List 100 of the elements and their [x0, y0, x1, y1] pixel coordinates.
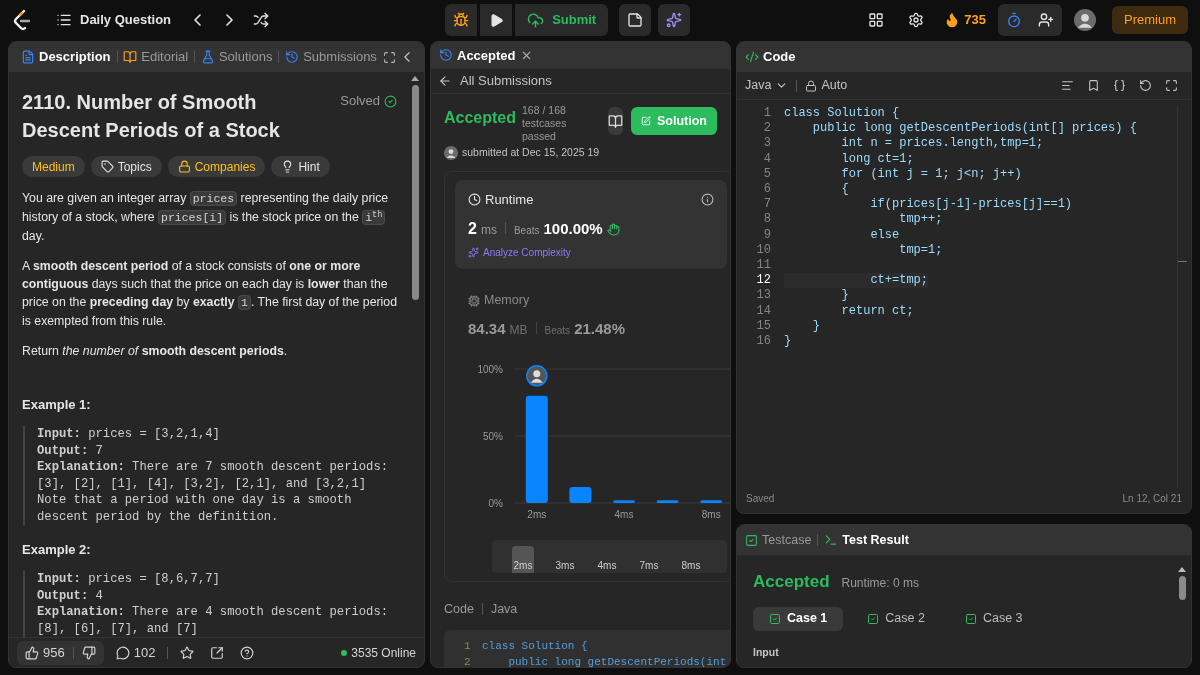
code-line: class Solution {	[482, 639, 588, 655]
language-dropdown[interactable]: Java	[745, 76, 789, 95]
checkbox-icon	[769, 612, 781, 625]
problem-list-button[interactable]: Daily Question	[56, 10, 172, 30]
maximize-icon	[383, 50, 397, 64]
code-line: else	[869, 227, 900, 243]
terminal-icon	[824, 533, 839, 547]
editorial-button[interactable]	[608, 107, 623, 136]
analyze-link[interactable]: Analyze Complexity	[468, 245, 571, 261]
panel-tab[interactable]: Code	[745, 47, 796, 67]
code-line: public long getDescentPeriods(int	[507, 655, 727, 667]
timer-icon	[1006, 12, 1022, 28]
panel-tab[interactable]: Editorial	[119, 47, 193, 67]
play-icon	[488, 12, 504, 28]
book-icon	[608, 113, 623, 129]
beats-label: Beats	[513, 224, 540, 239]
example-block: Input: prices = [3,2,1,4] Output: 7 Explanation: There are 7 smooth descent periods: [3], [2], [1], [4], [3,2], [2,1], and [3,2,1] Note that a period with one day is a smooth descent period by the definition.	[23, 426, 397, 525]
braces-icon	[1112, 79, 1126, 92]
streak-counter[interactable]: 735	[944, 10, 986, 30]
tag-chip[interactable]: Hint	[271, 156, 330, 177]
memory-beats: 21.48%	[574, 319, 625, 340]
beats-label: Beats	[544, 324, 571, 339]
axis-label: 0%	[488, 497, 503, 509]
line-number: 13	[755, 288, 771, 304]
panel-tab[interactable]: Submissions	[281, 47, 381, 67]
chevron-left-icon	[193, 14, 201, 26]
maximize-icon	[1164, 79, 1178, 92]
line-number: 1	[464, 639, 472, 655]
comments-button[interactable]: 102	[115, 642, 156, 663]
logo[interactable]	[12, 9, 32, 31]
line-number: 5	[762, 166, 771, 182]
code-line: }	[811, 318, 820, 335]
range-selector[interactable]: 2ms 3ms 4ms 7ms 8ms	[492, 539, 727, 573]
settings-icon	[908, 12, 925, 28]
runtime-label: Runtime	[468, 189, 534, 210]
book-icon	[123, 50, 138, 64]
clap-icon	[606, 222, 620, 236]
line-number: 2	[762, 121, 771, 137]
memory-unit: MB	[509, 322, 528, 340]
range-label[interactable]: 4ms	[596, 557, 618, 573]
axis-label: 50%	[483, 430, 503, 442]
premium-button[interactable]: Premium	[1112, 6, 1188, 34]
back-link[interactable]: All Submissions	[431, 68, 730, 95]
description-paragraph: A smooth descent period of a stock consists of one or more contiguous days such that the price on each day is lower than the price on the preceding day by exactly 1 . The first day of the period is exempted from this rule.	[22, 258, 397, 330]
tag-chip[interactable]: Companies	[167, 156, 266, 177]
save-status: Saved	[746, 491, 775, 506]
mode-toggle[interactable]: Auto	[805, 76, 848, 95]
case-tab[interactable]: Case 2	[851, 606, 941, 631]
line-number: 16	[755, 334, 771, 350]
panel-tab[interactable]: Test Result	[824, 530, 909, 550]
case-tab[interactable]: Case 1	[753, 606, 844, 631]
add-user-icon	[1038, 12, 1054, 28]
align-left-icon	[1060, 79, 1074, 92]
tag-chip[interactable]: Topics	[90, 156, 162, 177]
bar	[700, 499, 723, 503]
submit-button[interactable]: Submit	[515, 4, 609, 36]
panel-tab[interactable]: Solutions	[196, 47, 277, 67]
code-line: public long getDescentPeriods(int[] prices) {	[811, 121, 1137, 137]
code-line: tmp=1;	[898, 242, 943, 259]
sparkle-icon	[468, 247, 479, 259]
cursor-position: Ln 12, Col 21	[1122, 491, 1182, 506]
line-number: 2	[464, 655, 472, 667]
description-paragraph: Return the number of smooth descent periods.	[22, 343, 289, 360]
axis-label: 2ms	[527, 508, 547, 520]
share-button[interactable]	[210, 645, 225, 660]
memory-label: Memory	[468, 291, 714, 311]
testcase-summary: 168 / 168 testcases passed	[522, 104, 568, 144]
favorite-button[interactable]	[180, 645, 195, 660]
range-label[interactable]: 2ms	[512, 545, 534, 573]
debug-button[interactable]	[445, 4, 478, 36]
info-icon	[701, 193, 714, 207]
upload-icon	[527, 11, 545, 29]
panel-tab[interactable]: Description	[17, 47, 115, 67]
notes-button[interactable]	[619, 4, 652, 36]
help-icon	[240, 645, 255, 660]
flask-icon	[200, 50, 215, 64]
case-tab[interactable]: Case 3	[948, 606, 1039, 631]
line-number: 4	[762, 151, 771, 167]
line-number: 11	[755, 258, 771, 274]
line-number: 7	[762, 197, 771, 213]
lock-icon	[177, 160, 191, 173]
checkbox-icon	[745, 533, 758, 547]
panel-tab[interactable]: Testcase	[745, 530, 812, 550]
run-button[interactable]	[480, 4, 513, 36]
tag-chip[interactable]: Medium	[22, 156, 85, 177]
ai-button[interactable]	[658, 4, 691, 36]
history-icon	[285, 50, 300, 64]
range-label[interactable]: 3ms	[554, 557, 576, 573]
code-label: Code	[444, 600, 474, 618]
range-label[interactable]: 7ms	[638, 557, 660, 573]
code-line: tmp++;	[898, 212, 943, 228]
bug-icon	[453, 12, 470, 28]
code-line: if(prices[j-1]-prices[j]==1)	[869, 197, 1073, 213]
avatar-marker	[526, 364, 548, 387]
language-label: Java	[490, 600, 518, 618]
chevron-right-icon	[225, 14, 233, 26]
help-button[interactable]	[240, 645, 255, 660]
solved-status: Solved	[340, 92, 397, 110]
range-label[interactable]: 8ms	[680, 557, 702, 573]
example-title: Example 1:	[22, 396, 92, 414]
